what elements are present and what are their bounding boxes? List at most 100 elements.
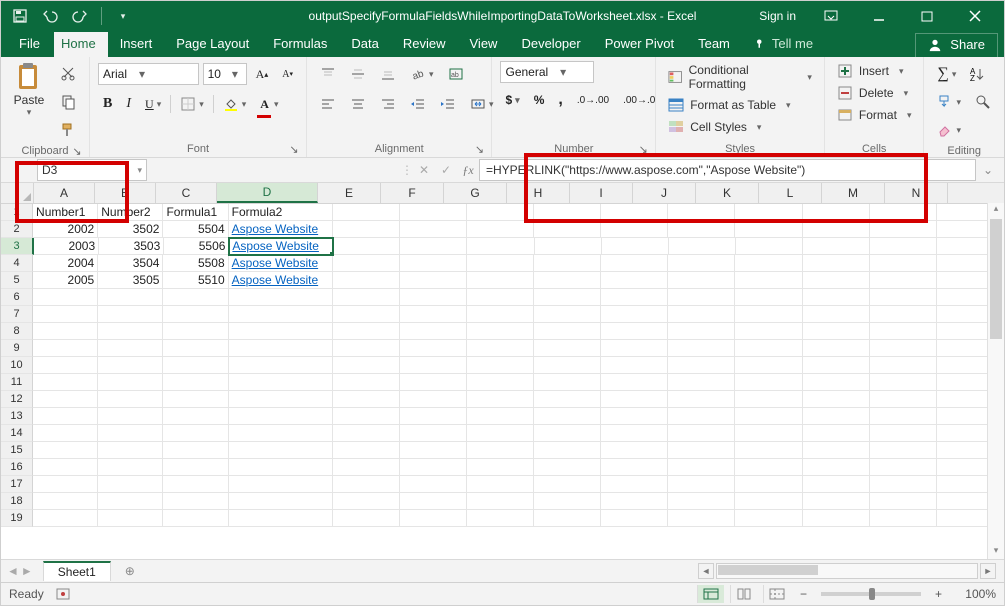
cell[interactable] <box>33 374 98 391</box>
cell[interactable] <box>98 425 163 442</box>
conditional-formatting-button[interactable]: Conditional Formatting <box>664 61 816 93</box>
cell[interactable] <box>163 306 228 323</box>
cell[interactable] <box>163 357 228 374</box>
cell[interactable] <box>668 204 735 221</box>
cell[interactable] <box>333 408 400 425</box>
row-header[interactable]: 4 <box>1 255 33 272</box>
tell-me-search[interactable]: Tell me <box>742 32 825 57</box>
cell[interactable] <box>870 221 937 238</box>
cell[interactable] <box>735 476 802 493</box>
find-select-icon[interactable] <box>970 89 996 115</box>
cell[interactable] <box>33 357 98 374</box>
cell[interactable] <box>33 306 98 323</box>
cell[interactable] <box>534 306 601 323</box>
undo-icon[interactable] <box>37 4 63 28</box>
sheet-tab-active[interactable]: Sheet1 <box>43 561 111 581</box>
align-left-icon[interactable] <box>315 91 341 117</box>
cell[interactable] <box>534 476 601 493</box>
cell[interactable] <box>803 323 870 340</box>
cell[interactable] <box>735 204 802 221</box>
cell[interactable] <box>601 306 668 323</box>
cell[interactable] <box>601 255 668 272</box>
cell[interactable]: 5508 <box>163 255 228 272</box>
cell[interactable]: Number2 <box>98 204 163 221</box>
cell[interactable] <box>870 272 937 289</box>
cell[interactable] <box>333 255 400 272</box>
cell[interactable]: 3503 <box>99 238 164 255</box>
format-as-table-button[interactable]: Format as Table <box>664 95 816 115</box>
column-header[interactable]: N <box>885 183 948 203</box>
cell[interactable] <box>601 374 668 391</box>
cell[interactable] <box>534 255 601 272</box>
tab-developer[interactable]: Developer <box>509 32 592 57</box>
number-launcher-icon[interactable]: ↘ <box>637 143 649 155</box>
share-button[interactable]: Share <box>915 33 998 57</box>
cell[interactable] <box>735 510 802 527</box>
cell[interactable] <box>467 374 534 391</box>
sign-in-link[interactable]: Sign in <box>759 9 796 23</box>
cell[interactable] <box>333 476 400 493</box>
cell[interactable]: 3505 <box>98 272 163 289</box>
cell[interactable] <box>803 221 870 238</box>
cell[interactable] <box>467 221 534 238</box>
cell[interactable] <box>467 476 534 493</box>
column-header[interactable]: K <box>696 183 759 203</box>
cell[interactable] <box>870 306 937 323</box>
tab-formulas[interactable]: Formulas <box>261 32 339 57</box>
cell[interactable] <box>601 272 668 289</box>
cell[interactable] <box>400 425 467 442</box>
cell[interactable] <box>400 306 467 323</box>
cell[interactable] <box>668 476 735 493</box>
cell[interactable] <box>163 442 228 459</box>
cell[interactable] <box>735 459 802 476</box>
cell[interactable] <box>333 323 400 340</box>
cell[interactable] <box>534 391 601 408</box>
insert-function-icon[interactable]: ƒx <box>457 160 479 180</box>
cell[interactable] <box>33 476 98 493</box>
cell[interactable] <box>229 459 333 476</box>
cell[interactable] <box>870 425 937 442</box>
cell[interactable]: Aspose Website <box>229 255 333 272</box>
cell[interactable] <box>163 476 228 493</box>
cell[interactable] <box>870 510 937 527</box>
cell[interactable] <box>601 221 668 238</box>
qat-customize-icon[interactable]: ▾ <box>110 4 136 28</box>
cell-styles-button[interactable]: Cell Styles <box>664 117 816 137</box>
cell[interactable] <box>467 204 534 221</box>
cell[interactable] <box>333 510 400 527</box>
cell[interactable] <box>333 306 400 323</box>
name-box-dropdown-icon[interactable]: ▾ <box>137 165 142 176</box>
zoom-slider[interactable] <box>821 592 921 596</box>
cell[interactable] <box>870 340 937 357</box>
cell[interactable] <box>735 306 802 323</box>
percent-format-icon[interactable]: % <box>529 87 550 113</box>
cell[interactable] <box>400 357 467 374</box>
cell[interactable] <box>229 408 333 425</box>
cell[interactable] <box>400 255 467 272</box>
cell[interactable] <box>467 323 534 340</box>
row-header[interactable]: 15 <box>1 442 33 459</box>
cell[interactable] <box>467 340 534 357</box>
borders-icon[interactable] <box>175 91 209 117</box>
row-header[interactable]: 3 <box>1 238 34 255</box>
cell[interactable] <box>601 340 668 357</box>
cell[interactable]: 5504 <box>163 221 228 238</box>
cell[interactable] <box>735 289 802 306</box>
cell[interactable] <box>668 357 735 374</box>
cell[interactable]: 5506 <box>164 238 229 255</box>
cell[interactable] <box>601 357 668 374</box>
add-sheet-icon[interactable]: ⊕ <box>117 560 143 582</box>
tab-data[interactable]: Data <box>339 32 390 57</box>
cell[interactable] <box>803 510 870 527</box>
cell[interactable] <box>467 425 534 442</box>
cell[interactable] <box>736 238 803 255</box>
cell[interactable] <box>229 289 333 306</box>
cell[interactable] <box>601 391 668 408</box>
row-header[interactable]: 2 <box>1 221 33 238</box>
cell[interactable] <box>601 204 668 221</box>
cell[interactable] <box>668 459 735 476</box>
cell[interactable] <box>333 289 400 306</box>
cell[interactable] <box>803 289 870 306</box>
cell[interactable] <box>534 408 601 425</box>
cell[interactable] <box>803 442 870 459</box>
